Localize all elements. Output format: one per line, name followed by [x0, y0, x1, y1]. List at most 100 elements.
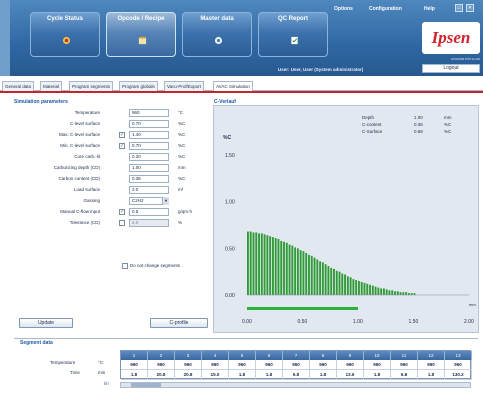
- segment-column-header[interactable]: 3: [175, 351, 202, 360]
- temperature-cell[interactable]: 960: [121, 360, 148, 370]
- chart-bar: [371, 285, 374, 295]
- temperature-cell[interactable]: 960: [418, 360, 445, 370]
- master-data-icon: [214, 36, 223, 45]
- segment-column-header[interactable]: 8: [310, 351, 337, 360]
- temperature-cell[interactable]: 960: [175, 360, 202, 370]
- minimize-icon[interactable]: ▭: [455, 4, 463, 12]
- chart-bar: [305, 253, 308, 295]
- temperature-cell[interactable]: 960: [256, 360, 283, 370]
- chart-bar: [382, 288, 385, 295]
- time-cell[interactable]: 13.6: [337, 370, 364, 380]
- segment-grid-scrollbar[interactable]: [120, 382, 471, 388]
- temperature-cell[interactable]: 960: [337, 360, 364, 370]
- chart-bar: [358, 281, 360, 295]
- nav-master-data-button[interactable]: Master data: [182, 12, 252, 57]
- param-checkbox-manual-c-flow-input[interactable]: ✓: [119, 209, 125, 215]
- temperature-cell[interactable]: 960: [364, 360, 391, 370]
- param-input-core-carb-lit[interactable]: 0.20: [129, 153, 169, 161]
- chart-bar: [366, 283, 369, 295]
- tab-general-data[interactable]: General data: [2, 81, 35, 91]
- param-checkbox-max-c-level-surface[interactable]: ✓: [119, 132, 125, 138]
- temperature-cell[interactable]: 960: [391, 360, 418, 370]
- time-cell[interactable]: 1.8: [418, 370, 445, 380]
- segment-column-header[interactable]: 6: [256, 351, 283, 360]
- update-button[interactable]: Update: [19, 318, 73, 328]
- param-unit: m²: [178, 187, 184, 192]
- time-cell[interactable]: 6.8: [391, 370, 418, 380]
- param-label-temperature: Temperature: [74, 110, 100, 115]
- chart-bar: [280, 240, 283, 295]
- param-input-carburizing-depth-cd[interactable]: 1.00: [129, 164, 169, 172]
- chart-bar: [321, 262, 324, 295]
- time-cell[interactable]: 130.2: [445, 370, 472, 380]
- param-input-max-c-level-surface[interactable]: 1.40: [129, 131, 169, 139]
- param-input-tolerance-cd[interactable]: 2.0: [129, 219, 169, 227]
- param-input-c-level-surface[interactable]: 0.70: [129, 120, 169, 128]
- param-label-max-c-level-surface: Max. C-level surface: [58, 132, 100, 137]
- chart-bar: [294, 247, 297, 295]
- menu-configuration[interactable]: Configuration: [369, 6, 402, 12]
- param-input-carbon-content-cd[interactable]: 0.36: [129, 175, 169, 183]
- no-change-segments-checkbox[interactable]: [122, 263, 128, 269]
- temperature-cell[interactable]: 960: [283, 360, 310, 370]
- menu-options[interactable]: Options: [334, 6, 353, 12]
- param-input-min-c-level-surface[interactable]: 0.70: [129, 142, 169, 150]
- chart-bar: [349, 277, 352, 295]
- tab-material[interactable]: Material: [40, 81, 63, 91]
- segment-column-header[interactable]: 1: [121, 351, 148, 360]
- chart-bar: [352, 279, 355, 295]
- tab-vacu-prof-export[interactable]: Vacu-Prof/Export: [164, 81, 204, 91]
- time-cell[interactable]: 1.8: [121, 370, 148, 380]
- param-checkbox-tolerance-cd[interactable]: [119, 220, 125, 226]
- nav-qc-report-button[interactable]: QC Report: [258, 12, 328, 57]
- no-change-segments-option[interactable]: Do not change segments: [122, 263, 180, 269]
- temperature-cell[interactable]: 960: [310, 360, 337, 370]
- segment-column-header[interactable]: 13: [445, 351, 472, 360]
- nav-recipe-button[interactable]: Opcode / Recipe: [106, 12, 176, 57]
- segment-column-header[interactable]: 12: [418, 351, 445, 360]
- chart-bar: [374, 286, 377, 295]
- segment-column-header[interactable]: 7: [283, 351, 310, 360]
- chart-bar: [338, 271, 341, 295]
- segment-column-header[interactable]: 4: [202, 351, 229, 360]
- temperature-cell[interactable]: 960: [148, 360, 175, 370]
- tab-program-globals[interactable]: Program globals: [119, 81, 158, 91]
- menu-help[interactable]: Help: [424, 6, 435, 12]
- param-input-load-surface[interactable]: 3.0: [129, 186, 169, 194]
- time-cell[interactable]: 1.8: [310, 370, 337, 380]
- tab-bar: General data Material Program segments P…: [0, 81, 483, 92]
- param-checkbox-min-c-level-surface[interactable]: ✓: [119, 143, 125, 149]
- time-cell[interactable]: 1.8: [364, 370, 391, 380]
- temperature-cell[interactable]: 960: [229, 360, 256, 370]
- chart-bar: [277, 239, 280, 295]
- time-cell[interactable]: 20.8: [148, 370, 175, 380]
- nav-cycle-status-label: Cycle Status: [46, 16, 83, 22]
- param-row: Manual C-flow input ✓ 0.5 g/qm·h: [16, 208, 206, 217]
- scrollbar-thumb[interactable]: [131, 383, 161, 387]
- segment-data-grid[interactable]: 1 960 1.8 2 960 20.8 3 960 20.8 4 960 15.0 5 960 1.8 6 9…: [120, 350, 472, 380]
- segment-column-header[interactable]: 10: [364, 351, 391, 360]
- nav-cycle-status-button[interactable]: Cycle Status: [30, 12, 100, 57]
- chevron-down-icon[interactable]: ▼: [162, 197, 169, 205]
- param-unit: %C: [178, 176, 186, 181]
- c-profile-button[interactable]: C-profile: [150, 318, 208, 328]
- time-cell[interactable]: 15.0: [202, 370, 229, 380]
- segment-column-header[interactable]: 9: [337, 351, 364, 360]
- time-cell[interactable]: 1.8: [229, 370, 256, 380]
- user-label: User: User, User (System administrator): [278, 67, 364, 72]
- segment-column-header[interactable]: 11: [391, 351, 418, 360]
- time-cell[interactable]: 6.8: [283, 370, 310, 380]
- param-label-load-surface: Load surface: [73, 187, 100, 192]
- logout-button[interactable]: Logout: [422, 64, 480, 73]
- time-cell[interactable]: 20.8: [175, 370, 202, 380]
- param-input-manual-c-flow-input[interactable]: 0.5: [129, 208, 169, 216]
- temperature-cell[interactable]: 960: [202, 360, 229, 370]
- close-icon[interactable]: ✕: [466, 4, 474, 12]
- param-input-temperature[interactable]: 960: [129, 109, 169, 117]
- tab-program-segments[interactable]: Program segments: [69, 81, 114, 91]
- chart-bar: [341, 273, 344, 295]
- segment-column-header[interactable]: 5: [229, 351, 256, 360]
- temperature-cell[interactable]: 960: [445, 360, 472, 370]
- time-cell[interactable]: 1.8: [256, 370, 283, 380]
- segment-column-header[interactable]: 2: [148, 351, 175, 360]
